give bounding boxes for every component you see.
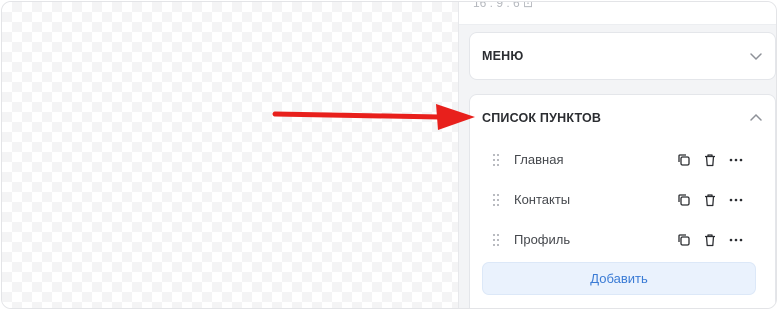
copy-icon[interactable] (676, 192, 692, 208)
add-item-button[interactable]: Добавить (482, 262, 756, 295)
trash-icon[interactable] (702, 152, 718, 168)
list-item-label: Контакты (514, 192, 571, 207)
annotation-arrow (272, 104, 475, 130)
menu-section-title: МЕНЮ (482, 49, 524, 63)
settings-panel: 16 : 9 : 6 ⊡ МЕНЮ СПИСОК ПУНКТОВ Главная (458, 1, 776, 308)
more-icon[interactable] (728, 192, 744, 208)
list-item[interactable]: Контакты (480, 188, 765, 212)
list-item-label: Профиль (514, 232, 571, 247)
copy-icon[interactable] (676, 152, 692, 168)
list-section-title: СПИСОК ПУНКТОВ (482, 111, 602, 125)
copy-icon[interactable] (676, 232, 692, 248)
list-item-label: Главная (514, 152, 564, 167)
panel-crumb: 16 : 9 : 6 ⊡ (473, 1, 534, 10)
list-item[interactable]: Профиль (480, 228, 765, 252)
trash-icon[interactable] (702, 232, 718, 248)
more-icon[interactable] (728, 232, 744, 248)
panel-top-bar: 16 : 9 : 6 ⊡ (459, 1, 776, 25)
list-section: СПИСОК ПУНКТОВ Главная Контакты Профиль … (469, 94, 776, 308)
list-item[interactable]: Главная (480, 148, 765, 172)
trash-icon[interactable] (702, 192, 718, 208)
menu-section[interactable]: МЕНЮ (469, 32, 776, 80)
chevron-up-icon[interactable] (749, 111, 763, 125)
transparent-canvas[interactable] (2, 2, 458, 308)
drag-handle-icon[interactable] (492, 193, 500, 207)
drag-handle-icon[interactable] (492, 233, 500, 247)
app-window: 16 : 9 : 6 ⊡ МЕНЮ СПИСОК ПУНКТОВ Главная (1, 1, 777, 309)
drag-handle-icon[interactable] (492, 153, 500, 167)
chevron-down-icon[interactable] (749, 49, 763, 63)
more-icon[interactable] (728, 152, 744, 168)
